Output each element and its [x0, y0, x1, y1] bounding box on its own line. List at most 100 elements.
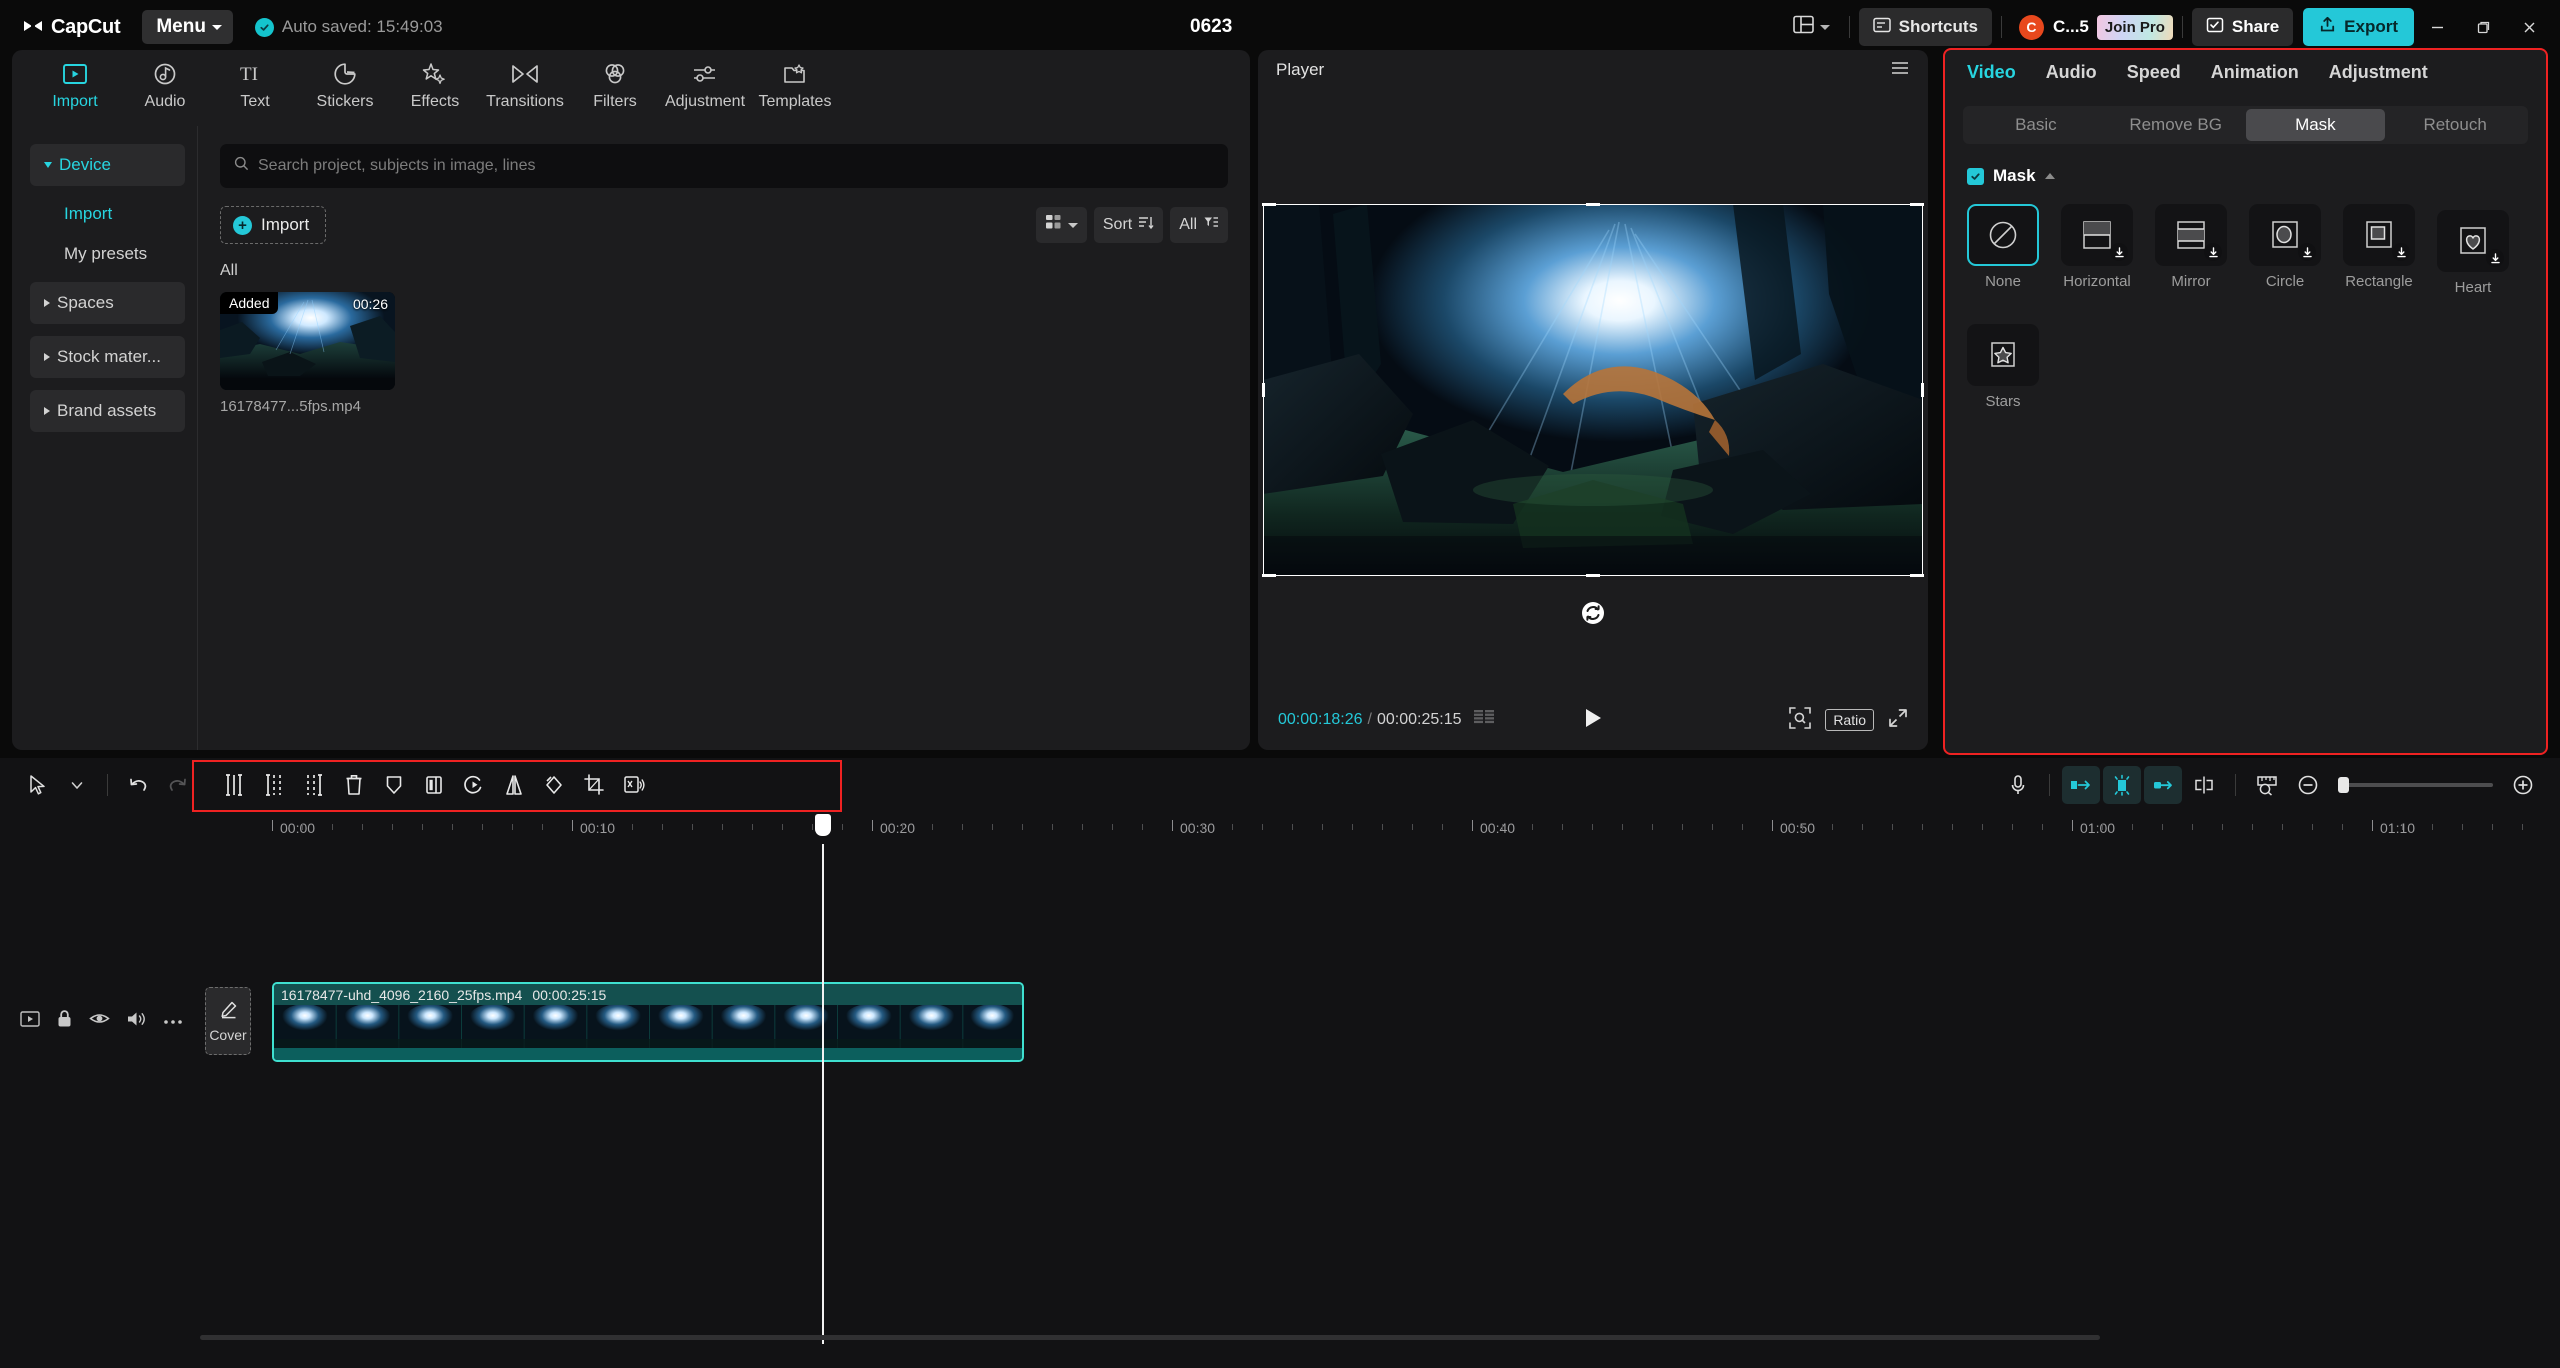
- mask-option-none[interactable]: None: [1967, 204, 2039, 296]
- mask-tile[interactable]: [2249, 204, 2321, 266]
- resize-handle-tr[interactable]: [1910, 203, 1924, 206]
- record-voiceover-button[interactable]: [1999, 766, 2037, 804]
- tab-speed[interactable]: Speed: [2127, 62, 2181, 83]
- select-tool-dropdown[interactable]: [58, 766, 96, 804]
- segment-remove-bg[interactable]: Remove BG: [2106, 109, 2246, 141]
- tab-text[interactable]: TI Text: [210, 50, 300, 111]
- mask-option-horizontal[interactable]: Horizontal: [2061, 204, 2133, 296]
- tab-filters[interactable]: Filters: [570, 50, 660, 111]
- segment-retouch[interactable]: Retouch: [2385, 109, 2525, 141]
- tab-templates[interactable]: Templates: [750, 50, 840, 111]
- media-thumbnail[interactable]: Added 00:26: [220, 292, 395, 390]
- split-button[interactable]: [215, 766, 253, 804]
- mask-tile[interactable]: [2061, 204, 2133, 266]
- resize-handle-bottom[interactable]: [1586, 574, 1600, 577]
- ratio-button[interactable]: Ratio: [1825, 709, 1874, 731]
- tab-import[interactable]: Import: [30, 50, 120, 111]
- sidebar-item-device[interactable]: Device: [30, 144, 185, 186]
- resize-handle-left[interactable]: [1262, 383, 1265, 397]
- timeline-horizontal-scrollbar[interactable]: [200, 1335, 2100, 1340]
- zoom-slider[interactable]: [2338, 783, 2493, 787]
- undo-button[interactable]: [119, 766, 157, 804]
- tab-audio[interactable]: Audio: [120, 50, 210, 111]
- mirror-button[interactable]: [495, 766, 533, 804]
- freeze-button[interactable]: [375, 766, 413, 804]
- close-button[interactable]: [2506, 0, 2552, 54]
- mute-track-button[interactable]: [126, 1010, 147, 1033]
- rotate-button[interactable]: [535, 766, 573, 804]
- playhead[interactable]: [822, 844, 824, 1344]
- grid-view-button[interactable]: [1036, 207, 1087, 243]
- segment-mask[interactable]: Mask: [2246, 109, 2386, 141]
- sidebar-item-import[interactable]: Import: [30, 194, 185, 234]
- resize-handle-tl[interactable]: [1262, 203, 1276, 206]
- split-screen-button[interactable]: [415, 766, 453, 804]
- resize-handle-bl[interactable]: [1262, 574, 1276, 577]
- tab-stickers[interactable]: Stickers: [300, 50, 390, 111]
- tab-effects[interactable]: Effects: [390, 50, 480, 111]
- tab-animation[interactable]: Animation: [2211, 62, 2299, 83]
- detach-audio-button[interactable]: [615, 766, 653, 804]
- tab-adjustment[interactable]: Adjustment: [660, 50, 750, 111]
- mask-tile[interactable]: [2437, 210, 2509, 272]
- zoom-slider-handle[interactable]: [2338, 777, 2349, 793]
- tab-adjustment[interactable]: Adjustment: [2329, 62, 2428, 83]
- play-button[interactable]: [1583, 707, 1603, 734]
- search-bar[interactable]: [220, 144, 1228, 188]
- export-button[interactable]: Export: [2303, 8, 2414, 46]
- import-media-button[interactable]: + Import: [220, 206, 326, 244]
- mask-option-stars[interactable]: Stars: [1967, 324, 2039, 410]
- segment-basic[interactable]: Basic: [1966, 109, 2106, 141]
- zoom-in-button[interactable]: [2504, 766, 2542, 804]
- snap-start-toggle[interactable]: [2062, 766, 2100, 804]
- track-type-icon[interactable]: [20, 1011, 40, 1032]
- focus-icon[interactable]: [1789, 707, 1811, 734]
- tab-audio[interactable]: Audio: [2046, 62, 2097, 83]
- share-button[interactable]: Share: [2192, 8, 2293, 46]
- delete-right-button[interactable]: [295, 766, 333, 804]
- sidebar-item-spaces[interactable]: Spaces: [30, 282, 185, 324]
- auto-snap-toggle[interactable]: [2103, 766, 2141, 804]
- sidebar-item-my-presets[interactable]: My presets: [30, 234, 185, 274]
- mask-tile[interactable]: [1967, 204, 2039, 266]
- minimize-button[interactable]: [2414, 0, 2460, 54]
- zoom-out-button[interactable]: [2289, 766, 2327, 804]
- filter-button[interactable]: All: [1170, 207, 1228, 243]
- sidebar-item-brand-assets[interactable]: Brand assets: [30, 390, 185, 432]
- timeline-clip[interactable]: 16178477-uhd_4096_2160_25fps.mp4 00:00:2…: [272, 982, 1024, 1062]
- delete-button[interactable]: [335, 766, 373, 804]
- cover-button[interactable]: Cover: [205, 987, 251, 1055]
- hide-track-button[interactable]: [89, 1011, 110, 1031]
- resize-handle-top[interactable]: [1586, 203, 1600, 206]
- menu-button[interactable]: Menu: [142, 10, 233, 44]
- delete-left-button[interactable]: [255, 766, 293, 804]
- select-tool-button[interactable]: [18, 766, 56, 804]
- rotate-icon[interactable]: [1580, 600, 1606, 626]
- chevron-up-icon[interactable]: [2045, 173, 2055, 179]
- mask-tile[interactable]: [2343, 204, 2415, 266]
- timeline-ruler[interactable]: 00:00 00:10 00:20 00:30 00:40 00:50 01: [0, 812, 2560, 844]
- download-icon[interactable]: [2110, 243, 2128, 261]
- tab-video[interactable]: Video: [1967, 62, 2016, 83]
- redo-button[interactable]: [159, 766, 197, 804]
- media-item[interactable]: Added 00:26 16178477...5fps.mp4: [220, 292, 395, 415]
- reverse-button[interactable]: [455, 766, 493, 804]
- fullscreen-icon[interactable]: [1888, 708, 1908, 733]
- mask-option-heart[interactable]: Heart: [2437, 210, 2509, 296]
- playhead-handle[interactable]: [815, 814, 831, 836]
- link-clips-toggle[interactable]: [2144, 766, 2182, 804]
- download-icon[interactable]: [2298, 243, 2316, 261]
- sort-button[interactable]: Sort: [1094, 207, 1163, 243]
- mask-tile[interactable]: [1967, 324, 2039, 386]
- search-input[interactable]: [258, 157, 1214, 175]
- track-more-button[interactable]: [163, 1012, 183, 1030]
- join-pro-button[interactable]: Join Pro: [2097, 15, 2173, 40]
- mask-tile[interactable]: [2155, 204, 2227, 266]
- lock-track-button[interactable]: [56, 1009, 73, 1033]
- mask-option-mirror[interactable]: Mirror: [2155, 204, 2227, 296]
- maximize-button[interactable]: [2460, 0, 2506, 54]
- crop-button[interactable]: [575, 766, 613, 804]
- download-icon[interactable]: [2204, 243, 2222, 261]
- sidebar-item-stock-materials[interactable]: Stock mater...: [30, 336, 185, 378]
- download-icon[interactable]: [2392, 243, 2410, 261]
